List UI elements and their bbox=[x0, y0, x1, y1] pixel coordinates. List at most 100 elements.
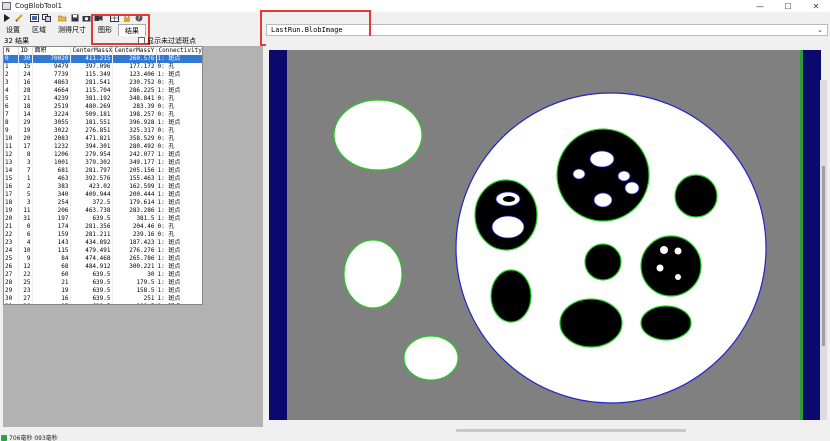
table-row[interactable]: 26 12 68 484.912 300.221 1: 斑点 bbox=[4, 263, 202, 271]
app-icon bbox=[2, 2, 11, 10]
table-cell: 0: 孔 bbox=[156, 111, 202, 119]
horizontal-scrollbar-thumb[interactable] bbox=[456, 429, 686, 432]
table-row[interactable]: 17 5 340 409.944 200.444 1: 斑点 bbox=[4, 191, 202, 199]
table-row[interactable]: 19 11 206 463.738 283.286 1: 斑点 bbox=[4, 207, 202, 215]
table-row[interactable]: 20 31 197 639.5 381.5 1: 斑点 bbox=[4, 215, 202, 223]
app-window: CogBlobTool1 — ☐ ✕ ? 设置 区域 测得尺寸 图形 结果 32… bbox=[0, 0, 830, 441]
table-row[interactable]: 8 29 3055 181.551 396.928 1: 斑点 bbox=[4, 119, 202, 127]
table-row[interactable]: 23 4 143 434.892 187.423 1: 斑点 bbox=[4, 239, 202, 247]
table-cell: 18 bbox=[18, 103, 33, 111]
table-row[interactable]: 24 10 115 479.491 276.276 1: 斑点 bbox=[4, 247, 202, 255]
table-cell: 6 bbox=[4, 103, 19, 111]
copy-icon[interactable] bbox=[42, 14, 51, 23]
maximize-button[interactable]: ☐ bbox=[774, 0, 802, 12]
chevron-down-icon[interactable]: ⌄ bbox=[817, 26, 823, 34]
table-row[interactable]: 16 2 383 423.02 162.599 1: 斑点 bbox=[4, 183, 202, 191]
tab-measurements[interactable]: 测得尺寸 bbox=[52, 24, 92, 36]
image-right-border bbox=[803, 50, 821, 420]
table-cell: 471.821 bbox=[70, 135, 113, 143]
table-row[interactable]: 6 18 2519 480.269 283.39 0: 孔 bbox=[4, 103, 202, 111]
table-cell: 340 bbox=[32, 191, 71, 199]
open-icon[interactable] bbox=[58, 14, 67, 23]
table-cell: 13 bbox=[4, 159, 19, 167]
column-header-connectivity[interactable]: Connectivity bbox=[156, 47, 202, 55]
tab-settings[interactable]: 设置 bbox=[0, 24, 26, 36]
minimize-button[interactable]: — bbox=[746, 0, 774, 12]
table-row[interactable]: 21 0 174 281.356 204.46 0: 孔 bbox=[4, 223, 202, 231]
table-row[interactable]: 13 3 1001 379.302 349.177 1: 斑点 bbox=[4, 159, 202, 167]
table-row[interactable]: 10 20 2083 471.821 358.529 0: 孔 bbox=[4, 135, 202, 143]
column-header-area[interactable]: 面积 bbox=[32, 47, 71, 55]
table-row[interactable]: 4 28 4664 115.704 286.225 1: 斑点 bbox=[4, 87, 202, 95]
table-cell: 348.841 bbox=[112, 95, 157, 103]
table-cell: 84 bbox=[32, 255, 71, 263]
table-row[interactable]: 11 17 1232 394.301 280.492 0: 孔 bbox=[4, 143, 202, 151]
run-icon[interactable] bbox=[2, 14, 11, 23]
table-row[interactable]: 3 16 4863 281.541 230.752 0: 孔 bbox=[4, 79, 202, 87]
table-row[interactable]: 1 15 9479 397.096 177.172 0: 孔 bbox=[4, 63, 202, 71]
close-button[interactable]: ✕ bbox=[802, 0, 830, 12]
table-cell: 9 bbox=[4, 127, 19, 135]
save-icon[interactable] bbox=[70, 14, 79, 23]
table-row[interactable]: 2 24 7739 115.349 123.406 1: 斑点 bbox=[4, 71, 202, 79]
table-cell: 24 bbox=[4, 247, 19, 255]
table-cell: 21 bbox=[32, 279, 71, 287]
column-header-center-mass-x[interactable]: CenterMassX bbox=[70, 47, 113, 55]
status-ok-icon bbox=[1, 434, 7, 441]
table-row[interactable]: 12 8 1206 279.954 242.077 1: 斑点 bbox=[4, 151, 202, 159]
image-display[interactable] bbox=[266, 36, 828, 428]
table-row[interactable]: 7 14 3224 509.181 198.257 0: 孔 bbox=[4, 111, 202, 119]
show-unfiltered-label: 显示未过滤斑点 bbox=[147, 37, 196, 45]
table-cell: 181.551 bbox=[70, 119, 113, 127]
results-table-container[interactable]: N ID 面积 CenterMassX CenterMassY Connecti… bbox=[3, 46, 203, 305]
table-cell: 22 bbox=[18, 271, 33, 279]
table-cell: 474.468 bbox=[70, 255, 113, 263]
table-cell: 286.225 bbox=[112, 87, 157, 95]
camera-icon[interactable] bbox=[82, 14, 91, 23]
table-row[interactable]: 18 3 254 372.5 179.614 1: 斑点 bbox=[4, 199, 202, 207]
table-cell: 281.356 bbox=[70, 223, 113, 231]
table-cell: 11 bbox=[18, 207, 33, 215]
table-cell: 0 bbox=[4, 55, 19, 63]
column-header-center-mass-y[interactable]: CenterMassY bbox=[112, 47, 157, 55]
table-cell: 0: 孔 bbox=[156, 223, 202, 231]
edit-icon[interactable] bbox=[14, 14, 23, 23]
table-row[interactable]: 14 7 681 281.797 205.156 1: 斑点 bbox=[4, 167, 202, 175]
table-row[interactable]: 29 23 19 639.5 158.5 1: 斑点 bbox=[4, 287, 202, 295]
hole bbox=[640, 235, 702, 297]
table-cell: 26 bbox=[4, 263, 19, 271]
table-cell: 115.704 bbox=[70, 87, 113, 95]
table-row[interactable]: 30 27 16 639.5 251 1: 斑点 bbox=[4, 295, 202, 303]
blob bbox=[572, 168, 586, 180]
table-cell: 19 bbox=[18, 127, 33, 135]
table-row[interactable]: 27 22 60 639.5 30 1: 斑点 bbox=[4, 271, 202, 279]
table-cell: 242.077 bbox=[112, 151, 157, 159]
table-cell: 423.02 bbox=[70, 183, 113, 191]
table-row[interactable]: 5 21 4239 381.192 348.841 0: 孔 bbox=[4, 95, 202, 103]
table-row[interactable]: 28 25 21 639.5 179.5 1: 斑点 bbox=[4, 279, 202, 287]
column-header-n[interactable]: N bbox=[4, 47, 19, 55]
table-cell: 31 bbox=[18, 215, 33, 223]
window-title: CogBlobTool1 bbox=[15, 2, 63, 10]
table-cell: 480.269 bbox=[70, 103, 113, 111]
table-cell: 1: 斑点 bbox=[156, 119, 202, 127]
table-cell: 158.5 bbox=[112, 287, 157, 295]
table-empty-area bbox=[203, 46, 263, 305]
show-unfiltered-checkbox[interactable] bbox=[138, 37, 145, 44]
image-icon[interactable] bbox=[30, 14, 39, 23]
vertical-scrollbar-thumb[interactable] bbox=[822, 166, 825, 346]
table-row[interactable]: 15 1 463 392.576 155.463 1: 斑点 bbox=[4, 175, 202, 183]
table-cell: 383 bbox=[32, 183, 71, 191]
blob bbox=[617, 170, 631, 182]
table-row[interactable]: 22 6 159 281.211 239.16 0: 孔 bbox=[4, 231, 202, 239]
tab-region[interactable]: 区域 bbox=[26, 24, 52, 36]
table-cell: 639.5 bbox=[70, 271, 113, 279]
table-row[interactable]: 25 9 84 474.468 265.786 1: 斑点 bbox=[4, 255, 202, 263]
table-row[interactable]: 0 30 70020 411.215 260.576 1: 斑点 bbox=[4, 55, 202, 63]
table-cell: 639.5 bbox=[70, 295, 113, 303]
column-header-id[interactable]: ID bbox=[18, 47, 33, 55]
table-row[interactable]: 9 19 3022 276.851 325.317 0: 孔 bbox=[4, 127, 202, 135]
table-cell: 2 bbox=[18, 183, 33, 191]
table-cell: 9 bbox=[18, 255, 33, 263]
table-cell: 4863 bbox=[32, 79, 71, 87]
